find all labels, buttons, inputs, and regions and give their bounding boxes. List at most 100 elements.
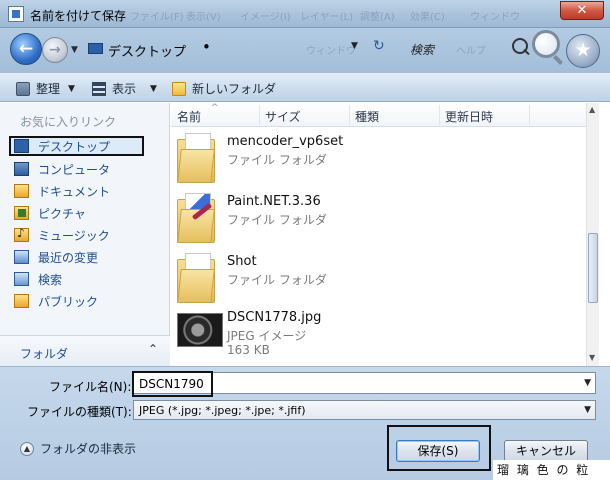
sidebar-item-label: ドキュメント xyxy=(38,184,111,199)
back-button[interactable]: ← xyxy=(10,33,42,65)
folders-toggle[interactable]: フォルダ ⌃ xyxy=(0,335,170,366)
computer-icon xyxy=(14,162,29,176)
sidebar-item-label: ピクチャ xyxy=(38,206,86,221)
chevron-down-icon[interactable]: ▼ xyxy=(584,378,591,388)
forward-button[interactable]: → xyxy=(42,37,68,63)
ghost-menu-item: 調整(A) xyxy=(360,12,395,23)
search-input[interactable]: 検索 ヘルプ xyxy=(398,37,530,61)
column-divider[interactable] xyxy=(259,105,260,125)
search-icon[interactable] xyxy=(512,38,534,60)
organize-label: 整理 xyxy=(36,82,61,96)
scroll-down-icon[interactable]: ▼ xyxy=(589,353,595,362)
column-header-modified[interactable]: 更新日時 xyxy=(445,108,493,125)
ghost-menu-item: レイヤー(L) xyxy=(300,12,354,23)
address-location[interactable]: デスクトップ xyxy=(108,41,186,60)
file-type: ファイル フォルダ xyxy=(227,153,327,167)
public-folder-icon xyxy=(14,294,29,308)
file-name: DSCN1778.jpg xyxy=(227,310,322,325)
music-icon xyxy=(14,226,29,242)
recent-changes-icon xyxy=(14,250,29,264)
watermark-text: 瑠 璃 色 の 粒 xyxy=(493,460,610,480)
search-placeholder: 検索 xyxy=(410,43,435,57)
folder-icon xyxy=(177,133,217,183)
column-divider[interactable] xyxy=(529,105,530,125)
star-icon[interactable]: ★ xyxy=(566,34,600,68)
filetype-label: ファイルの種類(T): xyxy=(27,405,132,419)
save-button[interactable]: 保存(S) xyxy=(396,440,480,462)
column-header-size[interactable]: サイズ xyxy=(265,108,301,125)
new-folder-button[interactable]: 新しいフォルダ xyxy=(172,80,276,97)
list-item[interactable]: mencoder_vp6set ファイル フォルダ xyxy=(175,129,575,187)
sidebar-item-label: 検索 xyxy=(38,272,63,287)
close-button[interactable]: ✕ xyxy=(560,1,604,20)
sidebar-item-documents[interactable]: ドキュメント xyxy=(14,181,164,201)
forward-arrow-icon: → xyxy=(49,42,61,58)
chevron-up-icon: ⌃ xyxy=(148,342,159,356)
views-label: 表示 xyxy=(112,82,137,96)
cancel-button[interactable]: キャンセル xyxy=(504,440,588,462)
sidebar-item-label: 最近の変更 xyxy=(38,250,99,265)
folder-icon xyxy=(177,193,217,243)
refresh-icon[interactable]: ↻ xyxy=(373,38,385,54)
views-button[interactable]: 表示 ▼ xyxy=(92,80,157,97)
sidebar-item-search[interactable]: 検索 xyxy=(14,269,164,289)
ghost-menu-item: 表示(V) xyxy=(186,12,221,23)
app-icon xyxy=(8,6,24,22)
file-name: mencoder_vp6set xyxy=(227,134,344,149)
chevron-up-icon: ▲ xyxy=(20,441,34,456)
desktop-icon xyxy=(14,139,29,153)
ghost-menu-item: ウィンドウ xyxy=(470,12,520,23)
ghost-menu-item: ファイル(F) xyxy=(130,12,184,23)
address-bar: ← → ▼ デスクトップ • ウィンドウ ▼ ↻ 検索 ヘルプ ★ xyxy=(0,28,610,72)
sidebar-item-recent[interactable]: 最近の変更 xyxy=(14,247,164,267)
ghost-search-text: ヘルプ xyxy=(456,46,486,57)
hide-folders-label: フォルダの非表示 xyxy=(40,442,137,456)
sort-ascending-icon: ^ xyxy=(211,103,219,113)
address-box[interactable]: デスクトップ • ウィンドウ xyxy=(84,37,374,61)
sidebar-item-public[interactable]: パブリック xyxy=(14,291,164,311)
filename-label: ファイル名(N): xyxy=(49,380,132,394)
sidebar-item-music[interactable]: ミュージック xyxy=(14,225,164,245)
file-name: Paint.NET.3.36 xyxy=(227,194,321,209)
organize-icon xyxy=(16,81,30,96)
views-icon xyxy=(92,81,106,96)
filename-highlight xyxy=(132,371,213,397)
filename-field[interactable]: DSCN1790 ▼ xyxy=(132,371,596,397)
favorite-links-pane: お気に入りリンク デスクトップ コンピュータ ドキュメント ピクチャ ミュージッ… xyxy=(0,103,170,366)
command-toolbar: 整理 ▼ 表示 ▼ 新しいフォルダ xyxy=(0,72,610,102)
column-header-name[interactable]: 名前 xyxy=(177,108,201,125)
column-divider[interactable] xyxy=(439,105,440,125)
history-dropdown-icon[interactable]: ▼ xyxy=(71,45,78,55)
scroll-up-icon[interactable]: ▲ xyxy=(589,105,595,114)
file-type: ファイル フォルダ xyxy=(227,273,327,287)
sidebar-item-pictures[interactable]: ピクチャ xyxy=(14,203,164,223)
chevron-down-icon[interactable]: ▼ xyxy=(584,405,591,415)
column-header-type[interactable]: 種類 xyxy=(355,108,379,125)
list-item[interactable]: Shot ファイル フォルダ xyxy=(175,249,575,307)
scrollbar-thumb[interactable] xyxy=(588,233,598,303)
back-arrow-icon: ← xyxy=(18,39,34,59)
ghost-address-text: ウィンドウ xyxy=(306,46,356,57)
filetype-select[interactable]: JPEG (*.jpg; *.jpeg; *.jpe; *.jfif) ▼ xyxy=(133,400,596,420)
new-folder-icon xyxy=(172,81,186,96)
column-divider[interactable] xyxy=(349,105,350,125)
ghost-menu-item: 効果(C) xyxy=(410,12,445,23)
address-dropdown-icon[interactable]: ▼ xyxy=(351,41,358,51)
sidebar-item-desktop[interactable]: デスクトップ xyxy=(9,136,144,156)
sidebar-item-label: コンピュータ xyxy=(38,162,111,177)
list-item[interactable]: Paint.NET.3.36 ファイル フォルダ xyxy=(175,189,575,247)
filetype-value: JPEG (*.jpg; *.jpeg; *.jpe; *.jfif) xyxy=(139,404,306,417)
sidebar-item-computer[interactable]: コンピュータ xyxy=(14,159,164,179)
sidebar-item-label: パブリック xyxy=(38,294,99,309)
list-item[interactable]: DSCN1778.jpg JPEG イメージ 163 KB xyxy=(175,305,575,363)
hide-folders-button[interactable]: ▲ フォルダの非表示 xyxy=(20,440,136,457)
desktop-location-icon xyxy=(88,43,103,54)
column-header-row: 名前 ^ サイズ 種類 更新日時 xyxy=(171,103,599,127)
ghost-menu-item: イメージ(I) xyxy=(240,12,291,23)
organize-button[interactable]: 整理 ▼ xyxy=(16,80,75,97)
vertical-scrollbar[interactable]: ▲ ▼ xyxy=(586,103,599,366)
new-folder-label: 新しいフォルダ xyxy=(192,82,277,96)
breadcrumb-separator[interactable]: • xyxy=(202,38,211,56)
chevron-down-icon: ▼ xyxy=(68,83,75,94)
sidebar-item-label: デスクトップ xyxy=(38,139,111,154)
